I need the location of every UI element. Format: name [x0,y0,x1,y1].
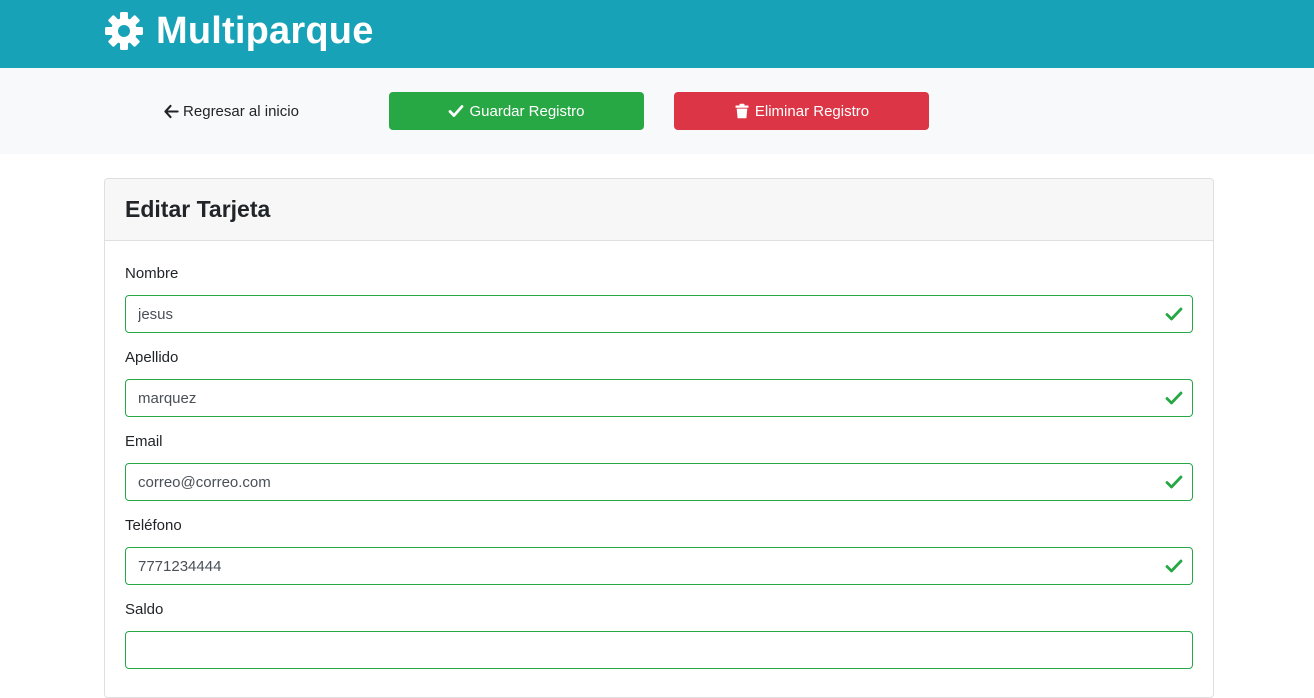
valid-check-icon [1165,474,1183,490]
apellido-input[interactable] [125,379,1193,417]
valid-check-icon [1165,558,1183,574]
arrow-left-icon [164,104,179,119]
brand-name: Multiparque [156,9,374,52]
field-saldo: Saldo [125,601,1193,669]
field-nombre: Nombre [125,265,1193,333]
brand-link[interactable]: Multiparque [104,8,374,54]
field-telefono: Teléfono [125,517,1193,585]
edit-card-form: Editar Tarjeta Nombre Apellido Email [104,178,1214,698]
delete-button-label: Eliminar Registro [754,102,870,120]
action-bar: Regresar al inicio Guardar Registro Elim… [0,68,1314,154]
save-record-button[interactable]: Guardar Registro [389,92,644,130]
delete-record-button[interactable]: Eliminar Registro [674,92,929,130]
telefono-input[interactable] [125,547,1193,585]
check-icon [448,103,464,119]
card-body: Nombre Apellido Email [105,241,1213,669]
gear-icon [104,11,144,51]
save-button-label: Guardar Registro [469,102,585,120]
valid-check-icon [1165,390,1183,406]
valid-check-icon [1165,306,1183,322]
nombre-input[interactable] [125,295,1193,333]
apellido-label: Apellido [125,349,179,366]
card-header: Editar Tarjeta [105,179,1213,241]
saldo-input[interactable] [125,631,1193,669]
back-link-label: Regresar al inicio [183,102,299,120]
email-label: Email [125,433,163,450]
card-title: Editar Tarjeta [125,196,271,222]
email-input[interactable] [125,463,1193,501]
saldo-label: Saldo [125,601,164,618]
trash-icon [734,103,750,119]
nombre-label: Nombre [125,265,179,282]
field-email: Email [125,433,1193,501]
field-apellido: Apellido [125,349,1193,417]
top-navbar: Multiparque [0,0,1314,68]
back-to-home-link[interactable]: Regresar al inicio [104,92,359,130]
telefono-label: Teléfono [125,517,182,534]
